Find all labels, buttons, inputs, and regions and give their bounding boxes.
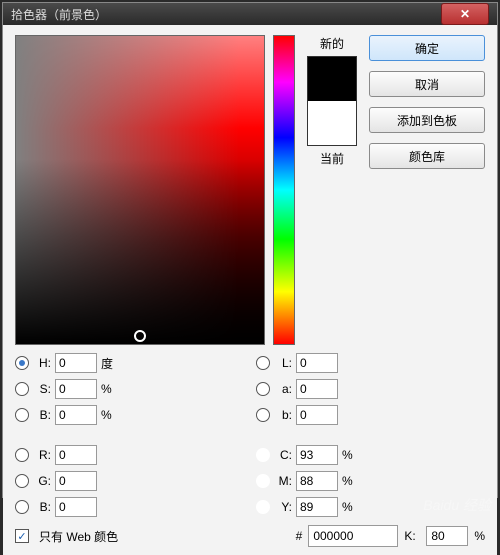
- picker-cursor-icon: [134, 330, 146, 342]
- rgb-b-row: B:: [15, 497, 244, 517]
- k-input[interactable]: [426, 526, 468, 546]
- m-row: M: %: [256, 471, 485, 491]
- color-field[interactable]: [15, 35, 265, 345]
- h-radio[interactable]: [15, 356, 29, 370]
- hsb-b-label: B:: [33, 408, 51, 422]
- m-unit: %: [342, 474, 358, 488]
- s-label: S:: [33, 382, 51, 396]
- g-input[interactable]: [55, 471, 97, 491]
- m-label: M:: [274, 474, 292, 488]
- lab-b-input[interactable]: [296, 405, 338, 425]
- ok-button[interactable]: 确定: [369, 35, 485, 61]
- hex-prefix: #: [296, 529, 303, 543]
- r-input[interactable]: [55, 445, 97, 465]
- hsb-b-input[interactable]: [55, 405, 97, 425]
- a-input[interactable]: [296, 379, 338, 399]
- color-picker-dialog: 拾色器（前景色） ✕ 新的 当前 确定 取消 添加到色板 颜色库: [2, 2, 498, 498]
- color-library-button[interactable]: 颜色库: [369, 143, 485, 169]
- h-input[interactable]: [55, 353, 97, 373]
- r-label: R:: [33, 448, 51, 462]
- r-radio[interactable]: [15, 448, 29, 462]
- rgb-b-radio[interactable]: [15, 500, 29, 514]
- c-input[interactable]: [296, 445, 338, 465]
- window-title: 拾色器（前景色）: [11, 6, 441, 23]
- lab-b-label: b:: [274, 408, 292, 422]
- h-unit: 度: [101, 355, 117, 372]
- c-unit: %: [342, 448, 358, 462]
- a-row: a:: [256, 379, 485, 399]
- s-row: S: %: [15, 379, 244, 399]
- l-radio[interactable]: [256, 356, 270, 370]
- k-unit: %: [474, 529, 485, 543]
- g-label: G:: [33, 474, 51, 488]
- color-preview: [307, 56, 357, 146]
- lab-b-radio[interactable]: [256, 408, 270, 422]
- close-icon: ✕: [460, 7, 470, 21]
- a-label: a:: [274, 382, 292, 396]
- titlebar[interactable]: 拾色器（前景色） ✕: [3, 3, 497, 25]
- l-label: L:: [274, 356, 292, 370]
- a-radio[interactable]: [256, 382, 270, 396]
- l-input[interactable]: [296, 353, 338, 373]
- y-input[interactable]: [296, 497, 338, 517]
- h-label: H:: [33, 356, 51, 370]
- rgb-b-label: B:: [33, 500, 51, 514]
- hsb-b-row: B: %: [15, 405, 244, 425]
- g-row: G:: [15, 471, 244, 491]
- s-radio[interactable]: [15, 382, 29, 396]
- add-swatch-button[interactable]: 添加到色板: [369, 107, 485, 133]
- new-label: 新的: [320, 35, 344, 52]
- current-label: 当前: [320, 150, 344, 167]
- close-button[interactable]: ✕: [441, 3, 489, 25]
- c-label: C:: [274, 448, 292, 462]
- y-unit: %: [342, 500, 358, 514]
- web-only-label: 只有 Web 颜色: [39, 528, 118, 545]
- s-unit: %: [101, 382, 117, 396]
- l-row: L:: [256, 353, 485, 373]
- y-row: Y: %: [256, 497, 485, 517]
- current-color-swatch[interactable]: [308, 101, 356, 145]
- hue-slider[interactable]: [273, 35, 295, 345]
- m-input[interactable]: [296, 471, 338, 491]
- cancel-button[interactable]: 取消: [369, 71, 485, 97]
- s-input[interactable]: [55, 379, 97, 399]
- k-label: K:: [404, 529, 420, 543]
- web-only-checkbox[interactable]: ✓: [15, 529, 29, 543]
- hsb-b-unit: %: [101, 408, 117, 422]
- h-row: H: 度: [15, 353, 244, 373]
- lab-b-row: b:: [256, 405, 485, 425]
- rgb-b-input[interactable]: [55, 497, 97, 517]
- c-row: C: %: [256, 445, 485, 465]
- y-label: Y:: [274, 500, 292, 514]
- r-row: R:: [15, 445, 244, 465]
- hex-input[interactable]: [308, 525, 398, 547]
- hsb-b-radio[interactable]: [15, 408, 29, 422]
- g-radio[interactable]: [15, 474, 29, 488]
- dialog-body: 新的 当前 确定 取消 添加到色板 颜色库 H: 度: [3, 25, 497, 555]
- new-color-swatch: [308, 57, 356, 101]
